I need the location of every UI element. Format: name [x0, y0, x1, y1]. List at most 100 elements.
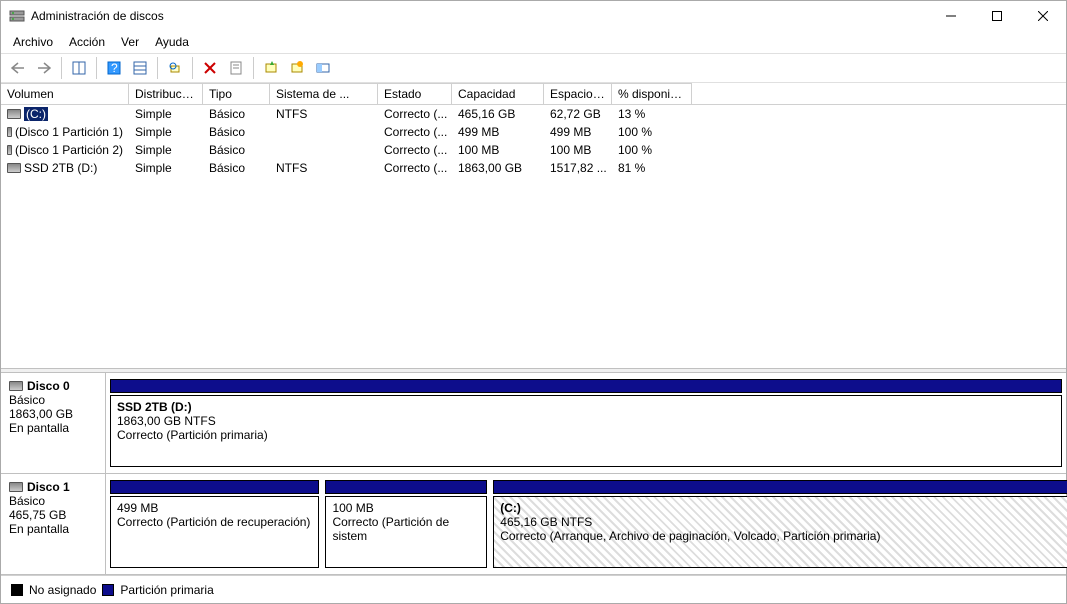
volume-rows: (C:)SimpleBásicoNTFSCorrecto (...465,16 … — [1, 105, 1066, 368]
volume-icon — [7, 163, 21, 173]
partition-bar[interactable] — [110, 379, 1062, 393]
disk-row: Disco 0Básico1863,00 GBEn pantallaSSD 2T… — [1, 373, 1066, 474]
cell-disponible: 100 % — [612, 124, 692, 140]
maximize-button[interactable] — [974, 1, 1020, 31]
partition-status: Correcto (Partición primaria) — [117, 428, 1055, 442]
column-espacio[interactable]: Espacio ... — [544, 83, 612, 104]
column-distribucion[interactable]: Distribución — [129, 83, 203, 104]
menu-bar: Archivo Acción Ver Ayuda — [1, 31, 1066, 53]
partition-size: 499 MB — [117, 501, 312, 515]
graphical-view: Disco 0Básico1863,00 GBEn pantallaSSD 2T… — [1, 373, 1066, 575]
menu-ayuda[interactable]: Ayuda — [149, 33, 195, 51]
help-button[interactable]: ? — [103, 57, 125, 79]
volume-icon — [7, 145, 12, 155]
partition-bar[interactable] — [325, 480, 487, 494]
disk-name: Disco 0 — [27, 379, 70, 393]
minimize-button[interactable] — [928, 1, 974, 31]
cell-sistema: NTFS — [270, 160, 378, 176]
toolbar-separator — [157, 57, 158, 79]
cell-tipo: Básico — [203, 142, 270, 158]
cell-volumen: (Disco 1 Partición 2) — [1, 142, 129, 158]
table-row[interactable]: (C:)SimpleBásicoNTFSCorrecto (...465,16 … — [1, 105, 1066, 123]
partition-bar[interactable] — [110, 480, 319, 494]
column-tipo[interactable]: Tipo — [203, 83, 270, 104]
legend-primary-swatch — [102, 584, 114, 596]
legend-unallocated-swatch — [11, 584, 23, 596]
cell-espacio: 1517,82 ... — [544, 160, 612, 176]
cell-estado: Correcto (... — [378, 142, 452, 158]
back-button[interactable] — [7, 57, 29, 79]
disk-partitions: SSD 2TB (D:)1863,00 GB NTFSCorrecto (Par… — [106, 373, 1066, 473]
disk-status: En pantalla — [9, 421, 97, 435]
legend-unallocated-label: No asignado — [29, 583, 96, 597]
menu-ver[interactable]: Ver — [115, 33, 145, 51]
partition-status: Correcto (Arranque, Archivo de paginació… — [500, 529, 1067, 543]
cell-sistema — [270, 131, 378, 133]
toolbar-separator — [61, 57, 62, 79]
disk-type: Básico — [9, 393, 97, 407]
menu-accion[interactable]: Acción — [63, 33, 111, 51]
column-capacidad[interactable]: Capacidad — [452, 83, 544, 104]
toolbar-separator — [253, 57, 254, 79]
partition-box[interactable]: SSD 2TB (D:)1863,00 GB NTFSCorrecto (Par… — [110, 395, 1062, 467]
close-button[interactable] — [1020, 1, 1066, 31]
volume-icon — [7, 127, 12, 137]
cell-tipo: Básico — [203, 160, 270, 176]
partition-status: Correcto (Partición de sistem — [332, 515, 480, 543]
table-row[interactable]: (Disco 1 Partición 1)SimpleBásicoCorrect… — [1, 123, 1066, 141]
disk-type: Básico — [9, 494, 97, 508]
table-row[interactable]: SSD 2TB (D:)SimpleBásicoNTFSCorrecto (..… — [1, 159, 1066, 177]
action1-button[interactable] — [260, 57, 282, 79]
cell-sistema: NTFS — [270, 106, 378, 122]
column-estado[interactable]: Estado — [378, 83, 452, 104]
partition-size: 100 MB — [332, 501, 480, 515]
column-volumen[interactable]: Volumen — [1, 83, 129, 104]
disk-icon — [9, 381, 23, 391]
view-panes-button[interactable] — [68, 57, 90, 79]
cell-sistema — [270, 149, 378, 151]
partition-size: 1863,00 GB NTFS — [117, 414, 1055, 428]
cell-espacio: 62,72 GB — [544, 106, 612, 122]
disk-info[interactable]: Disco 1Básico465,75 GBEn pantalla — [1, 474, 106, 574]
cell-capacidad: 1863,00 GB — [452, 160, 544, 176]
cell-distribucion: Simple — [129, 124, 203, 140]
toolbar-separator — [192, 57, 193, 79]
list-view-button[interactable] — [129, 57, 151, 79]
table-header: Volumen Distribución Tipo Sistema de ...… — [1, 83, 1066, 105]
column-disponible[interactable]: % disponible — [612, 83, 692, 104]
forward-button[interactable] — [33, 57, 55, 79]
volume-list-pane: Volumen Distribución Tipo Sistema de ...… — [1, 83, 1066, 368]
app-icon — [9, 8, 25, 24]
title-bar: Administración de discos — [1, 1, 1066, 31]
disk-icon — [9, 482, 23, 492]
cell-capacidad: 499 MB — [452, 124, 544, 140]
partition-bar[interactable] — [493, 480, 1067, 494]
cell-capacidad: 465,16 GB — [452, 106, 544, 122]
disk-status: En pantalla — [9, 522, 97, 536]
cell-disponible: 13 % — [612, 106, 692, 122]
partition-status: Correcto (Partición de recuperación) — [117, 515, 312, 529]
cell-distribucion: Simple — [129, 106, 203, 122]
toolbar-separator — [96, 57, 97, 79]
partition-title: SSD 2TB (D:) — [117, 400, 1055, 414]
delete-button[interactable] — [199, 57, 221, 79]
partition-box[interactable]: 499 MBCorrecto (Partición de recuperació… — [110, 496, 319, 568]
disk-row: Disco 1Básico465,75 GBEn pantalla499 MBC… — [1, 474, 1066, 575]
disk-info[interactable]: Disco 0Básico1863,00 GBEn pantalla — [1, 373, 106, 473]
partition-title: (C:) — [500, 501, 1067, 515]
menu-archivo[interactable]: Archivo — [7, 33, 59, 51]
cell-volumen: (C:) — [1, 106, 129, 122]
partition-box[interactable]: 100 MBCorrecto (Partición de sistem — [325, 496, 487, 568]
refresh-button[interactable] — [164, 57, 186, 79]
cell-espacio: 100 MB — [544, 142, 612, 158]
action3-button[interactable] — [312, 57, 334, 79]
table-row[interactable]: (Disco 1 Partición 2)SimpleBásicoCorrect… — [1, 141, 1066, 159]
partition-box[interactable]: (C:)465,16 GB NTFSCorrecto (Arranque, Ar… — [493, 496, 1067, 568]
disk-size: 465,75 GB — [9, 508, 97, 522]
cell-capacidad: 100 MB — [452, 142, 544, 158]
action2-button[interactable] — [286, 57, 308, 79]
column-sistema[interactable]: Sistema de ... — [270, 83, 378, 104]
properties-button[interactable] — [225, 57, 247, 79]
cell-volumen: SSD 2TB (D:) — [1, 160, 129, 176]
window-title: Administración de discos — [31, 9, 928, 23]
